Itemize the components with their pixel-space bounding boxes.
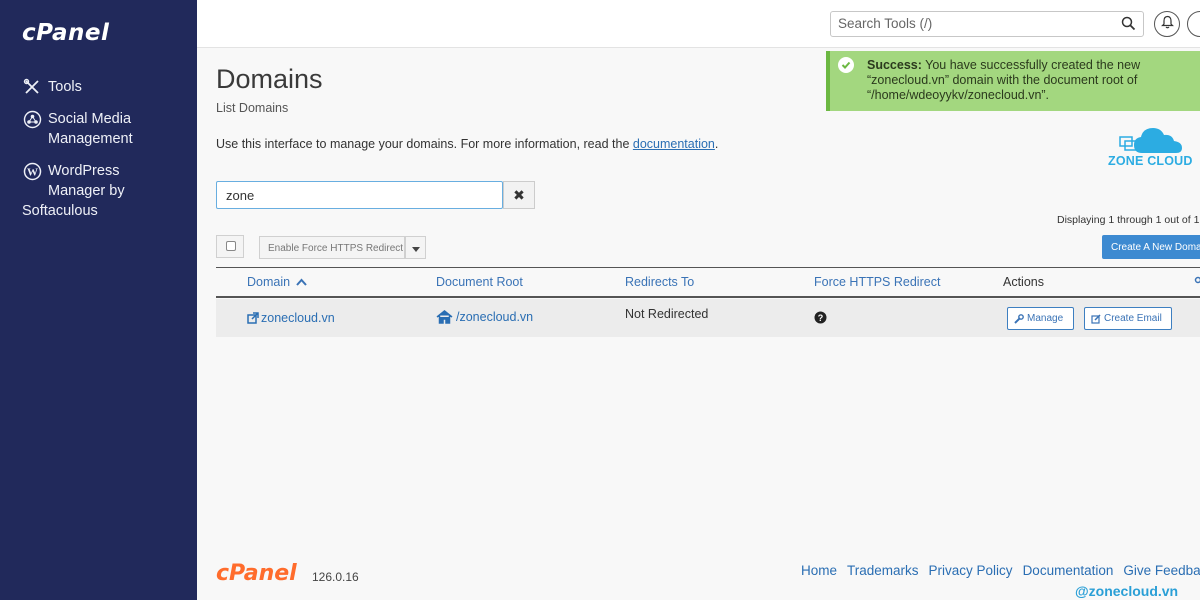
bell-icon <box>1160 15 1174 34</box>
watermark: @zonecloud.vn <box>1075 583 1179 599</box>
close-icon: ✖ <box>513 186 525 203</box>
domain-filter-input[interactable]: zone <box>216 181 503 209</box>
docroot-cell: /zonecloud.vn <box>436 310 533 324</box>
bulk-actions-dropdown[interactable] <box>405 236 426 259</box>
display-count: Displaying 1 through 1 out of 1 i <box>1057 214 1200 226</box>
alert-message: Success: You have successfully created t… <box>867 58 1167 103</box>
table-row: zonecloud.vn /zonecloud.vn Not Redirecte… <box>216 299 1200 337</box>
page-subtitle: List Domains <box>216 101 289 115</box>
intro-end: . <box>714 137 719 151</box>
create-email-button[interactable]: Create Email <box>1084 307 1172 330</box>
domain-cell: zonecloud.vn <box>247 311 335 325</box>
sidebar-item-tools[interactable]: Tools <box>22 77 82 97</box>
table-header: Domain Document Root Redirects To Force … <box>216 268 1200 298</box>
home-icon[interactable] <box>436 310 453 324</box>
sidebar-item-label: Social Media <box>48 111 132 127</box>
domain-link[interactable]: zonecloud.vn <box>261 311 335 325</box>
create-domain-button[interactable]: Create A New Domain <box>1102 235 1200 259</box>
tools-icon <box>22 77 42 97</box>
redirects-cell: Not Redirected <box>625 307 709 321</box>
top-bar: Search Tools (/) <box>197 0 1200 48</box>
sidebar-item-social-media[interactable]: Social Media Management <box>22 109 133 149</box>
social-media-icon <box>22 109 42 129</box>
force-https-cell: ? <box>814 311 827 324</box>
footer-link-privacy[interactable]: Privacy Policy <box>929 563 1013 578</box>
sidebar-item-label: Softaculous <box>22 203 98 219</box>
sidebar: cPanel Tools Social Media Management W W… <box>0 0 197 600</box>
edit-icon <box>1091 313 1104 324</box>
checkbox-box <box>226 241 236 251</box>
column-header-actions: Actions <box>1003 275 1044 289</box>
alert-strong: Success: <box>867 58 922 72</box>
docroot-link[interactable]: /zonecloud.vn <box>456 310 533 324</box>
manage-label: Manage <box>1027 313 1064 324</box>
page-intro: Use this interface to manage your domain… <box>216 137 718 151</box>
column-header-redirects[interactable]: Redirects To <box>625 275 694 289</box>
footer-link-trademarks[interactable]: Trademarks <box>847 563 919 578</box>
svg-text:?: ? <box>818 313 824 323</box>
search-icon[interactable] <box>1121 16 1136 34</box>
clear-filter-button[interactable]: ✖ <box>503 181 535 209</box>
sidebar-item-wordpress[interactable]: W WordPress Manager by Softaculous <box>22 161 168 221</box>
help-icon[interactable]: ? <box>814 311 827 324</box>
create-email-label: Create Email <box>1104 313 1162 324</box>
column-label: Domain <box>247 275 291 289</box>
footer-cpanel-logo[interactable]: cPanel <box>216 561 297 586</box>
column-header-force-https[interactable]: Force HTTPS Redirect <box>814 275 940 289</box>
documentation-link[interactable]: documentation <box>633 137 715 151</box>
check-icon <box>838 57 854 73</box>
footer-link-home[interactable]: Home <box>801 563 837 578</box>
success-alert: Success: You have successfully created t… <box>826 51 1200 111</box>
column-header-domain[interactable]: Domain <box>247 275 307 289</box>
manage-button[interactable]: Manage <box>1007 307 1074 330</box>
sidebar-item-label: Tools <box>48 79 82 95</box>
external-link-icon[interactable] <box>247 312 259 324</box>
cpanel-logo[interactable]: cPanel <box>22 20 109 46</box>
sidebar-item-label: Manager by <box>48 183 125 199</box>
user-menu-button[interactable] <box>1187 11 1200 37</box>
footer-links: Home Trademarks Privacy Policy Documenta… <box>801 563 1200 578</box>
notifications-button[interactable] <box>1154 11 1180 37</box>
intro-text: Use this interface to manage your domain… <box>216 137 633 151</box>
sidebar-item-label: WordPress <box>48 163 120 179</box>
version-number: 126.0.16 <box>312 570 359 584</box>
search-placeholder: Search Tools (/) <box>838 16 933 31</box>
search-tools-input[interactable]: Search Tools (/) <box>830 11 1144 37</box>
force-https-button[interactable]: Enable Force HTTPS Redirect <box>259 236 405 259</box>
wordpress-icon: W <box>22 161 42 181</box>
svg-text:W: W <box>27 166 38 178</box>
column-settings-icon[interactable] <box>1194 275 1200 292</box>
zonecloud-logo-text: ZONE CLOUD <box>1108 154 1193 168</box>
sort-up-icon <box>295 275 307 289</box>
select-all-checkbox[interactable] <box>216 235 244 258</box>
footer-link-documentation[interactable]: Documentation <box>1023 563 1114 578</box>
column-header-document-root[interactable]: Document Root <box>436 275 523 289</box>
wrench-icon <box>1014 313 1027 324</box>
page-title: Domains <box>216 64 323 94</box>
caret-down-icon <box>411 239 420 257</box>
footer-link-feedback[interactable]: Give Feedback <box>1123 563 1200 578</box>
sidebar-item-label: Management <box>48 131 133 147</box>
